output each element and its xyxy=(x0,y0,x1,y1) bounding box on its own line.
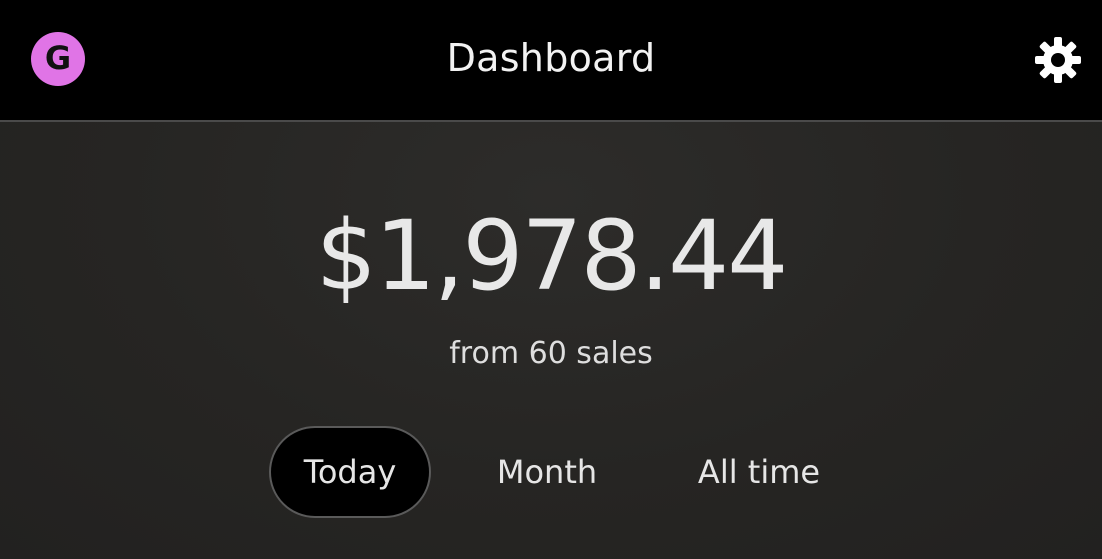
tab-all-time[interactable]: All time xyxy=(680,426,838,518)
settings-button[interactable] xyxy=(1032,34,1084,86)
tab-label: Month xyxy=(496,453,598,491)
total-sales-amount: $1,978.44 xyxy=(315,200,789,312)
tab-today[interactable]: Today xyxy=(269,426,431,518)
top-bar: G Dashboard xyxy=(0,0,1102,122)
tab-label: All time xyxy=(697,453,821,491)
gear-icon xyxy=(1035,37,1081,83)
tab-label: Today xyxy=(303,453,397,491)
tab-month[interactable]: Month xyxy=(472,426,622,518)
dashboard-screen: G Dashboard $1,978.44 from 60 sales Toda… xyxy=(0,0,1102,559)
period-tabs: Today Month All time xyxy=(0,426,1102,518)
sales-count-text: from 60 sales xyxy=(449,336,653,371)
page-title: Dashboard xyxy=(446,36,656,80)
